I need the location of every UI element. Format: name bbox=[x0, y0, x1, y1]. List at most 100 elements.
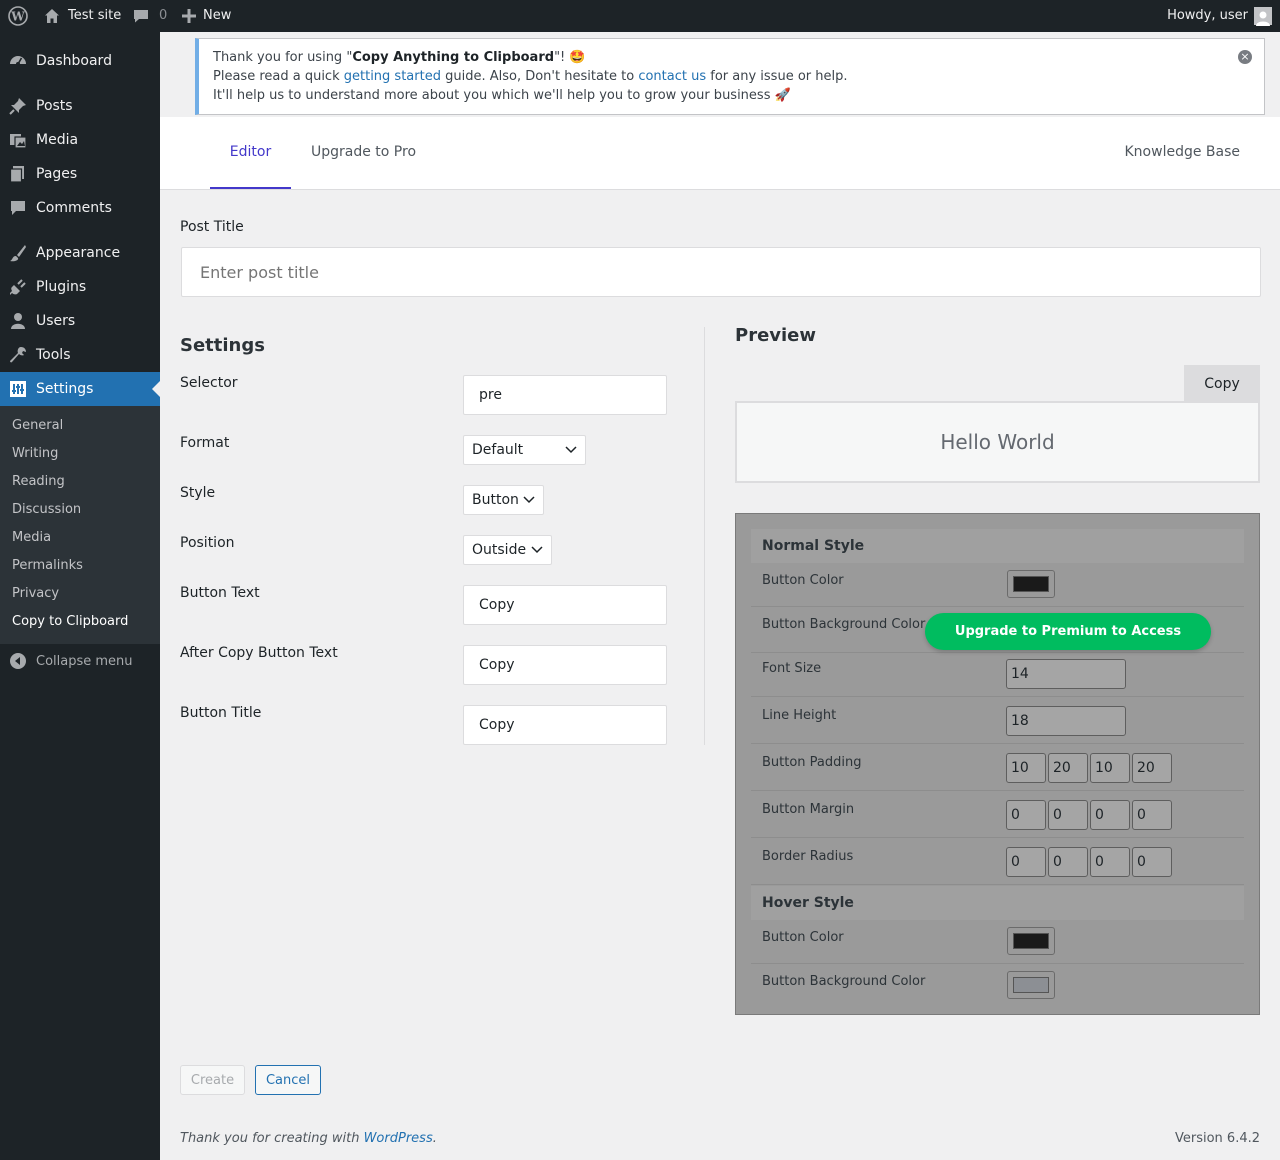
button-bg-color-label: Button Background Color bbox=[762, 617, 926, 632]
create-button[interactable]: Create bbox=[180, 1065, 245, 1095]
button-text-value: Copy bbox=[479, 597, 515, 613]
hover-button-color-label: Button Color bbox=[762, 930, 844, 945]
sidebar-item-pages[interactable]: Pages bbox=[0, 157, 160, 191]
comments-count: 0 bbox=[159, 8, 168, 23]
hover-button-color-swatch[interactable] bbox=[1007, 927, 1055, 955]
getting-started-link[interactable]: getting started bbox=[344, 69, 441, 84]
padding-top-input[interactable]: 10 bbox=[1006, 753, 1046, 783]
radius-bottom-left-input[interactable]: 0 bbox=[1132, 847, 1172, 877]
sidebar-item-label: Settings bbox=[36, 381, 94, 397]
sidebar-item-label: Tools bbox=[36, 347, 71, 363]
submenu-item-writing[interactable]: Writing bbox=[12, 444, 58, 464]
button-text-input[interactable]: Copy bbox=[463, 585, 667, 625]
radius-bottom-right-input[interactable]: 0 bbox=[1090, 847, 1130, 877]
padding-right-input[interactable]: 20 bbox=[1048, 753, 1088, 783]
comment-icon bbox=[133, 8, 149, 24]
brush-icon bbox=[0, 244, 36, 262]
notice-text: for any issue or help. bbox=[706, 69, 848, 84]
sidebar-item-label: Dashboard bbox=[36, 53, 112, 69]
plug-icon bbox=[0, 278, 36, 296]
wordpress-logo-icon[interactable]: W bbox=[8, 0, 28, 32]
chevron-down-icon bbox=[531, 542, 543, 558]
notice-line-3: It'll help us to understand more about y… bbox=[213, 88, 791, 103]
cancel-button[interactable]: Cancel bbox=[255, 1065, 321, 1095]
plugin-notice: Thank you for using "Copy Anything to Cl… bbox=[195, 38, 1265, 115]
selector-label: Selector bbox=[180, 375, 238, 391]
site-name: Test site bbox=[68, 8, 122, 23]
notice-text: Please read a quick bbox=[213, 69, 344, 84]
sidebar-item-media[interactable]: Media bbox=[0, 123, 160, 157]
chevron-down-icon bbox=[565, 442, 577, 458]
howdy-text: Howdy, user bbox=[1167, 8, 1248, 23]
collapse-label: Collapse menu bbox=[36, 653, 133, 669]
sidebar-item-dashboard[interactable]: Dashboard bbox=[0, 44, 160, 78]
radius-top-left-input[interactable]: 0 bbox=[1006, 847, 1046, 877]
submenu-item-privacy[interactable]: Privacy bbox=[12, 584, 59, 604]
comment-icon bbox=[0, 199, 36, 217]
submenu-item-discussion[interactable]: Discussion bbox=[12, 500, 81, 520]
preview-sample-box: Hello World bbox=[735, 401, 1260, 483]
border-radius-label: Border Radius bbox=[762, 849, 854, 864]
dismiss-notice-icon[interactable]: × bbox=[1238, 50, 1252, 64]
admin-bar: W Test site 0 New Howdy, user bbox=[0, 0, 1280, 32]
line-height-input[interactable]: 18 bbox=[1006, 706, 1126, 736]
selector-input[interactable]: pre bbox=[463, 375, 667, 415]
knowledge-base-link[interactable]: Knowledge Base bbox=[1125, 117, 1241, 189]
comments-link[interactable]: 0 bbox=[133, 0, 167, 32]
format-value: Default bbox=[472, 442, 524, 458]
tab-editor[interactable]: Editor bbox=[210, 117, 291, 189]
button-title-label: Button Title bbox=[180, 705, 262, 721]
collapse-icon bbox=[10, 653, 26, 669]
format-select[interactable]: Default bbox=[463, 435, 586, 465]
margin-right-input[interactable]: 0 bbox=[1048, 800, 1088, 830]
pages-icon bbox=[0, 165, 36, 183]
hover-style-heading: Hover Style bbox=[751, 886, 1244, 920]
submenu-item-permalinks[interactable]: Permalinks bbox=[12, 556, 83, 576]
sidebar-item-appearance[interactable]: Appearance bbox=[0, 236, 160, 270]
new-content-link[interactable]: New bbox=[182, 0, 231, 32]
padding-left-input[interactable]: 20 bbox=[1132, 753, 1172, 783]
after-copy-input[interactable]: Copy bbox=[463, 645, 667, 685]
hover-button-bg-color-swatch[interactable] bbox=[1007, 971, 1055, 999]
wordpress-link[interactable]: WordPress bbox=[364, 1131, 433, 1146]
sidebar-item-tools[interactable]: Tools bbox=[0, 338, 160, 372]
svg-text:W: W bbox=[10, 10, 25, 24]
upgrade-to-premium-button[interactable]: Upgrade to Premium to Access bbox=[925, 613, 1211, 650]
button-title-input[interactable]: Copy bbox=[463, 705, 667, 745]
margin-left-input[interactable]: 0 bbox=[1132, 800, 1172, 830]
contact-us-link[interactable]: contact us bbox=[638, 69, 706, 84]
pin-icon bbox=[0, 97, 36, 115]
submenu-item-reading[interactable]: Reading bbox=[12, 472, 65, 492]
font-size-input[interactable]: 14 bbox=[1006, 659, 1126, 689]
margin-top-input[interactable]: 0 bbox=[1006, 800, 1046, 830]
margin-bottom-input[interactable]: 0 bbox=[1090, 800, 1130, 830]
selector-value: pre bbox=[479, 387, 502, 403]
radius-top-right-input[interactable]: 0 bbox=[1048, 847, 1088, 877]
user-icon bbox=[0, 312, 36, 330]
sidebar-item-comments[interactable]: Comments bbox=[0, 191, 160, 225]
home-icon bbox=[44, 8, 60, 24]
sidebar-item-posts[interactable]: Posts bbox=[0, 89, 160, 123]
account-menu[interactable]: Howdy, user bbox=[1167, 0, 1272, 32]
column-divider bbox=[704, 327, 705, 745]
submenu-item-media[interactable]: Media bbox=[12, 528, 51, 548]
site-name-link[interactable]: Test site bbox=[44, 0, 121, 32]
font-size-label: Font Size bbox=[762, 661, 822, 676]
padding-bottom-input[interactable]: 10 bbox=[1090, 753, 1130, 783]
collapse-menu-button[interactable]: Collapse menu bbox=[0, 650, 160, 672]
button-color-swatch[interactable] bbox=[1007, 570, 1055, 598]
sidebar-item-settings[interactable]: Settings bbox=[0, 372, 160, 406]
color-chip bbox=[1013, 576, 1049, 592]
preview-copy-button[interactable]: Copy bbox=[1184, 365, 1260, 402]
dashboard-icon bbox=[0, 52, 36, 70]
sidebar-item-plugins[interactable]: Plugins bbox=[0, 270, 160, 304]
submenu-item-copy-to-clipboard[interactable]: Copy to Clipboard bbox=[12, 612, 128, 632]
position-select[interactable]: Outside bbox=[463, 535, 552, 565]
submenu-item-general[interactable]: General bbox=[12, 416, 63, 436]
tab-upgrade-to-pro[interactable]: Upgrade to Pro bbox=[311, 117, 416, 189]
post-title-input[interactable] bbox=[181, 247, 1261, 297]
sidebar-item-label: Appearance bbox=[36, 245, 121, 261]
style-select[interactable]: Button bbox=[463, 485, 544, 515]
sidebar-item-users[interactable]: Users bbox=[0, 304, 160, 338]
footer-thanks: Thank you for creating with WordPress. bbox=[180, 1131, 437, 1146]
